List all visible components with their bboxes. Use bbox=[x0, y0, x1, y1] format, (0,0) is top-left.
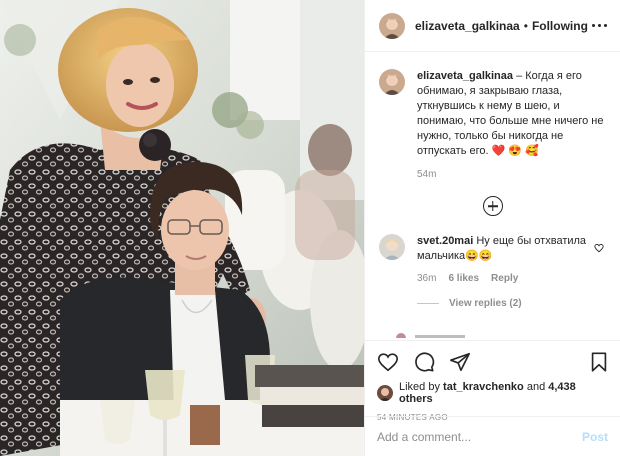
caption: elizaveta_galkinaa – Когда я его обнимаю… bbox=[379, 69, 606, 159]
plus-circle-icon[interactable] bbox=[482, 196, 503, 216]
comment-text-block: svet.20mai Ну еще бы отхватила мальчика😄… bbox=[417, 234, 597, 264]
caption-text: – Когда я его обнимаю, я закрываю глаза,… bbox=[417, 70, 604, 157]
more-options-icon[interactable] bbox=[588, 20, 611, 31]
reply-button[interactable]: Reply bbox=[491, 273, 518, 284]
following-button[interactable]: Following bbox=[532, 19, 588, 33]
caption-text-block: elizaveta_galkinaa – Когда я его обнимаю… bbox=[417, 69, 606, 159]
comment-like-heart-icon[interactable] bbox=[594, 240, 604, 256]
likes-and: and bbox=[526, 381, 546, 393]
liker-username[interactable]: tat_kravchenko bbox=[443, 381, 524, 393]
liked-by-prefix: Liked by bbox=[399, 381, 440, 393]
author-avatar[interactable] bbox=[379, 12, 405, 39]
view-replies-label: View replies (2) bbox=[449, 298, 522, 309]
commenter-avatar[interactable] bbox=[379, 234, 405, 260]
replies-divider bbox=[417, 303, 439, 304]
likes-text: Liked by tat_kravchenko and 4,438 others bbox=[399, 381, 610, 405]
comment-meta: 36m 6 likes Reply bbox=[417, 273, 606, 284]
comment-likes[interactable]: 6 likes bbox=[448, 273, 479, 284]
post-header: elizaveta_galkinaa • Following bbox=[365, 0, 620, 52]
next-comment-peek bbox=[395, 325, 485, 339]
actions-section: Liked by tat_kravchenko and 4,438 others… bbox=[365, 340, 620, 422]
post-comment-button[interactable]: Post bbox=[582, 430, 608, 444]
post-photo-illustration bbox=[0, 0, 364, 456]
instagram-post-modal: elizaveta_galkinaa • Following elizaveta… bbox=[0, 0, 620, 456]
liker-avatar[interactable] bbox=[377, 385, 393, 401]
post-photo[interactable] bbox=[0, 0, 364, 456]
author-username[interactable]: elizaveta_galkinaa bbox=[415, 19, 520, 33]
comments-section[interactable]: elizaveta_galkinaa – Когда я его обнимаю… bbox=[365, 53, 620, 339]
caption-avatar[interactable] bbox=[379, 69, 405, 95]
comment-username[interactable]: svet.20mai bbox=[417, 235, 473, 247]
bookmark-icon[interactable] bbox=[588, 351, 610, 373]
load-more-comments[interactable] bbox=[379, 196, 606, 216]
action-icons bbox=[377, 347, 610, 377]
post-side-panel: elizaveta_galkinaa • Following elizaveta… bbox=[364, 0, 620, 456]
add-comment-input[interactable] bbox=[377, 429, 582, 444]
caption-age[interactable]: 54m bbox=[417, 169, 606, 180]
header-separator: • bbox=[523, 18, 528, 33]
share-icon[interactable] bbox=[449, 351, 471, 373]
comment-age[interactable]: 36m bbox=[417, 273, 436, 284]
add-comment-bar: Post bbox=[365, 416, 620, 456]
comment-icon[interactable] bbox=[413, 351, 435, 373]
comment-item: svet.20mai Ну еще бы отхватила мальчика😄… bbox=[379, 234, 606, 264]
caption-username[interactable]: elizaveta_galkinaa bbox=[417, 70, 513, 82]
heart-icon[interactable] bbox=[377, 351, 399, 373]
view-replies-button[interactable]: View replies (2) bbox=[417, 298, 606, 309]
likes-summary: Liked by tat_kravchenko and 4,438 others bbox=[377, 381, 610, 405]
